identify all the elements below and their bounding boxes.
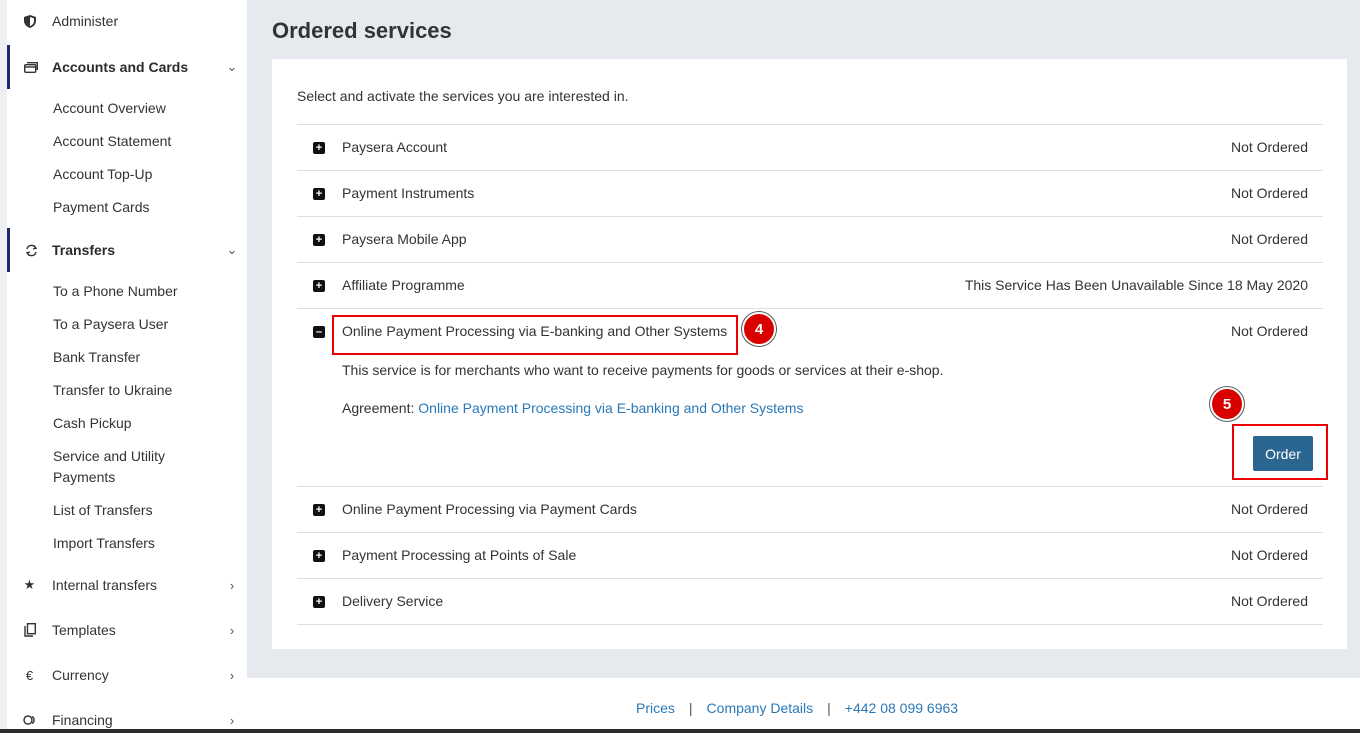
service-agreement: Agreement: Online Payment Processing via… [342, 400, 803, 416]
chevron-right-icon: › [229, 622, 235, 638]
agreement-label: Agreement: [342, 400, 415, 416]
service-name: Delivery Service [342, 593, 444, 609]
service-row-online-payment-cards[interactable]: + Online Payment Processing via Payment … [297, 486, 1323, 532]
service-name: Paysera Mobile App [342, 231, 467, 247]
highlight-box-step5 [1232, 424, 1328, 480]
page-title: Ordered services [272, 18, 452, 43]
sidebar-subitem-payment-cards[interactable]: Payment Cards [53, 197, 149, 218]
service-status: Not Ordered [1230, 231, 1308, 247]
sidebar-subitem-service-utility-payments[interactable]: Service and Utility Payments [53, 446, 193, 488]
sidebar-item-label: Accounts and Cards [52, 59, 189, 75]
sidebar-item-label: Internal transfers [52, 577, 158, 593]
sidebar-item-templates[interactable]: Templates › [7, 617, 247, 643]
sidebar-subitem-to-phone-number[interactable]: To a Phone Number [53, 281, 178, 302]
service-row-affiliate-programme[interactable]: + Affiliate Programme This Service Has B… [297, 262, 1323, 308]
sidebar-subitem-account-overview[interactable]: Account Overview [53, 98, 166, 119]
footer-link-prices[interactable]: Prices [636, 700, 675, 716]
euro-icon: € [25, 667, 34, 683]
chevron-down-icon[interactable]: ⌄ [217, 59, 247, 75]
footer-separator: | [827, 700, 831, 716]
sidebar-item-label: Financing [52, 712, 113, 728]
chevron-right-icon: › [229, 712, 235, 728]
footer: Prices | Company Details | +442 08 099 6… [247, 678, 1360, 733]
sidebar-subitem-account-top-up[interactable]: Account Top-Up [53, 164, 152, 185]
shield-icon [7, 14, 52, 28]
sidebar-item-currency[interactable]: € Currency › [7, 662, 247, 688]
expand-plus-icon[interactable]: + [313, 280, 325, 292]
service-status: Not Ordered [1230, 547, 1308, 563]
expand-plus-icon[interactable]: + [313, 504, 325, 516]
expand-plus-icon[interactable]: + [313, 596, 325, 608]
footer-link-company-details[interactable]: Company Details [707, 700, 814, 716]
service-row-delivery-service[interactable]: + Delivery Service Not Ordered [297, 578, 1323, 624]
service-name: Payment Processing at Points of Sale [342, 547, 577, 563]
service-status: Not Ordered [1230, 185, 1308, 201]
step-badge-5: 5 [1210, 387, 1244, 421]
sidebar-subitem-bank-transfer[interactable]: Bank Transfer [53, 347, 140, 368]
service-row-payment-instruments[interactable]: + Payment Instruments Not Ordered [297, 170, 1323, 216]
financing-icon [7, 715, 52, 725]
sidebar-subitem-account-statement[interactable]: Account Statement [53, 131, 171, 152]
sidebar-edge [0, 0, 7, 733]
copy-icon [7, 623, 52, 637]
step-badge-4: 4 [742, 312, 776, 346]
service-name: Paysera Account [342, 139, 448, 155]
card-icon [10, 61, 52, 73]
sidebar-item-internal-transfers[interactable]: ★ Internal transfers › [7, 572, 247, 598]
sidebar-item-transfers[interactable]: Transfers ⌄ [7, 228, 247, 272]
service-status: Not Ordered [1230, 501, 1308, 517]
service-name: Online Payment Processing via Payment Ca… [342, 501, 637, 517]
transfer-icon [10, 244, 52, 257]
collapse-minus-icon[interactable]: – [313, 326, 325, 338]
sidebar-item-label: Transfers [52, 242, 116, 258]
sidebar-item-label: Administer [52, 13, 119, 29]
service-row-paysera-account[interactable]: + Paysera Account Not Ordered [297, 124, 1323, 170]
expand-plus-icon[interactable]: + [313, 142, 325, 154]
chevron-right-icon: › [229, 577, 235, 593]
service-description: This service is for merchants who want t… [342, 362, 944, 378]
footer-separator: | [688, 700, 693, 716]
chevron-right-icon: › [229, 667, 235, 683]
sidebar-subitem-cash-pickup[interactable]: Cash Pickup [53, 413, 132, 434]
sidebar-item-administer[interactable]: Administer [7, 8, 247, 34]
chevron-down-icon[interactable]: ⌄ [217, 242, 247, 258]
service-status: Not Ordered [1230, 139, 1308, 155]
expand-plus-icon[interactable]: + [313, 550, 325, 562]
sidebar-subitem-transfer-to-ukraine[interactable]: Transfer to Ukraine [53, 380, 172, 401]
service-status: Not Ordered [1230, 323, 1308, 339]
sidebar-subitem-import-transfers[interactable]: Import Transfers [53, 533, 155, 554]
service-status: Not Ordered [1230, 593, 1308, 609]
sidebar: Administer Accounts and Cards ⌄ Account … [0, 0, 247, 733]
highlight-box-step4 [332, 315, 738, 355]
sidebar-subitem-to-paysera-user[interactable]: To a Paysera User [53, 314, 168, 335]
footer-links: Prices | Company Details | +442 08 099 6… [636, 700, 958, 716]
service-row-paysera-mobile-app[interactable]: + Paysera Mobile App Not Ordered [297, 216, 1323, 262]
sidebar-subitem-list-of-transfers[interactable]: List of Transfers [53, 500, 153, 521]
expand-plus-icon[interactable]: + [313, 188, 325, 200]
sidebar-item-accounts-and-cards[interactable]: Accounts and Cards ⌄ [7, 45, 247, 89]
services-divider [297, 624, 1323, 625]
service-name: Payment Instruments [342, 185, 475, 201]
sidebar-item-label: Currency [52, 667, 109, 683]
services-intro: Select and activate the services you are… [297, 88, 629, 104]
service-name: Affiliate Programme [342, 277, 465, 293]
bottom-edge-bar [0, 729, 1360, 733]
footer-link-phone[interactable]: +442 08 099 6963 [845, 700, 958, 716]
service-row-points-of-sale[interactable]: + Payment Processing at Points of Sale N… [297, 532, 1323, 578]
agreement-link[interactable]: Online Payment Processing via E-banking … [418, 400, 803, 416]
service-status: This Service Has Been Unavailable Since … [964, 277, 1308, 293]
expand-plus-icon[interactable]: + [313, 234, 325, 246]
star-icon: ★ [23, 577, 36, 592]
sidebar-item-label: Templates [52, 622, 116, 638]
